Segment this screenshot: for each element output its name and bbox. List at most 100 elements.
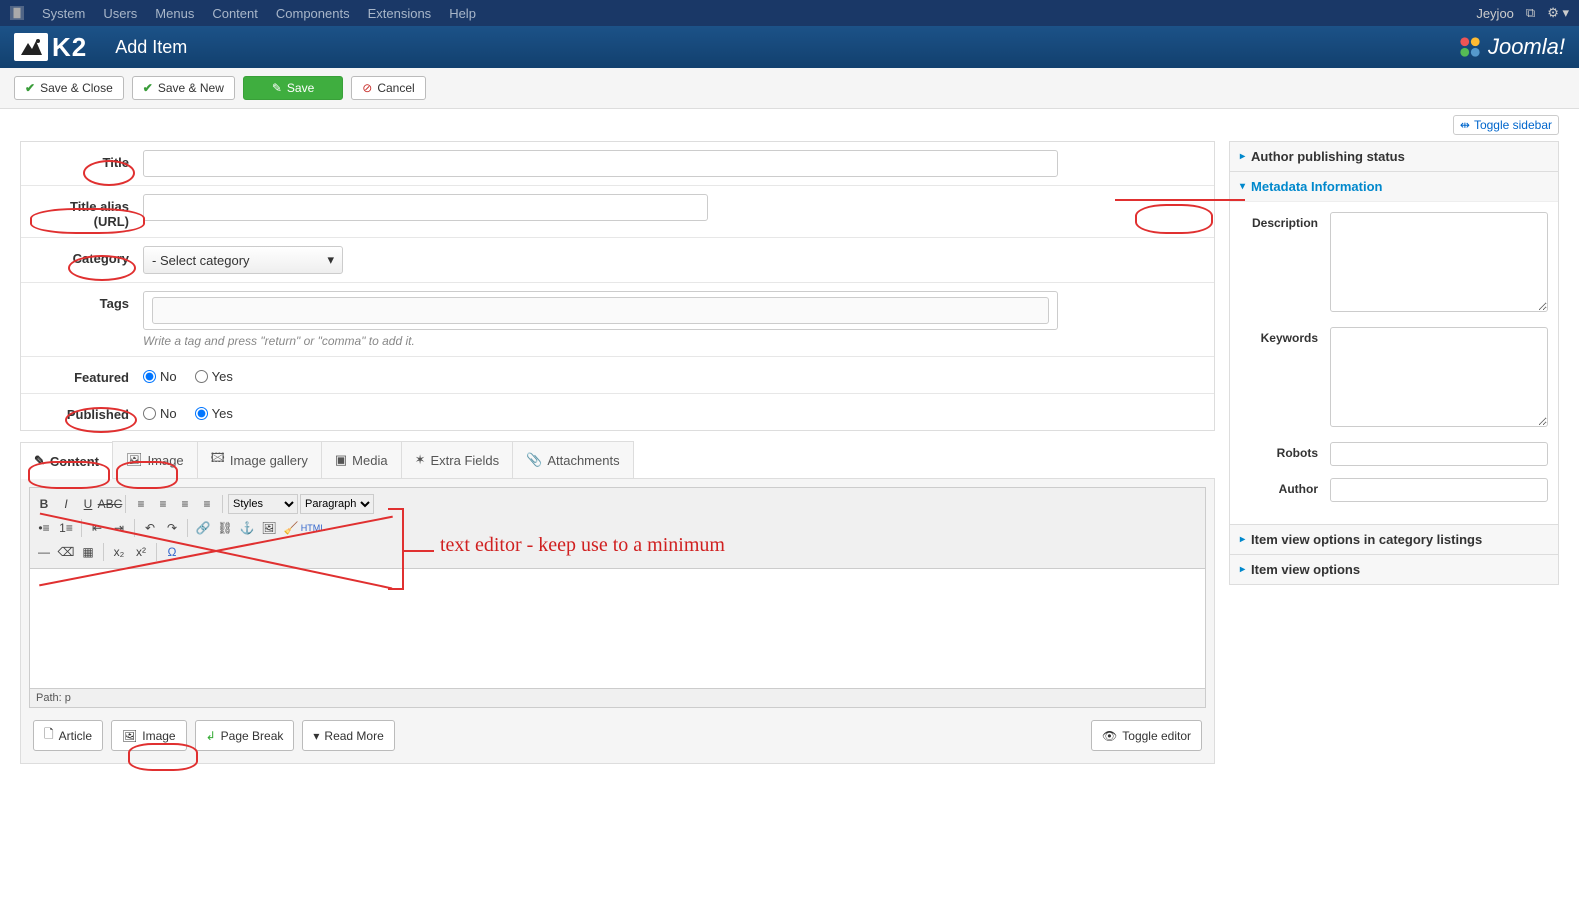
align-center-button[interactable]: ≡ (153, 494, 173, 514)
underline-button[interactable]: U (78, 494, 98, 514)
subscript-button[interactable]: x₂ (109, 542, 129, 562)
caret-down-icon: ▾ (1240, 181, 1245, 192)
featured-yes-radio[interactable]: Yes (195, 369, 233, 384)
nav-users[interactable]: Users (103, 6, 137, 21)
toolbar: ✔Save & Close ✔Save & New ✎Save ⊘Cancel (0, 68, 1579, 109)
category-label: Category (33, 246, 143, 266)
align-right-button[interactable]: ≡ (175, 494, 195, 514)
strikethrough-button[interactable]: ABC (100, 494, 120, 514)
top-navbar: System Users Menus Content Components Ex… (0, 0, 1579, 26)
gallery-icon: 🖾 (211, 449, 225, 471)
bold-button[interactable]: B (34, 494, 54, 514)
save-button[interactable]: ✎Save (243, 76, 343, 100)
nav-menus[interactable]: Menus (155, 6, 194, 21)
meta-keywords-input[interactable] (1330, 327, 1548, 427)
paragraph-select[interactable]: Paragraph (300, 494, 374, 514)
nav-components[interactable]: Components (276, 6, 350, 21)
editor-body[interactable] (29, 569, 1206, 689)
link-button[interactable]: 🔗 (193, 518, 213, 538)
indent-button[interactable]: ⇥ (109, 518, 129, 538)
outdent-button[interactable]: ⇤ (87, 518, 107, 538)
user-label[interactable]: Jeyjoo (1476, 6, 1514, 21)
align-justify-button[interactable]: ≡ (197, 494, 217, 514)
tab-attachments[interactable]: 📎Attachments (512, 441, 633, 478)
published-yes-radio[interactable]: Yes (195, 406, 233, 421)
html-button[interactable]: HTML (303, 518, 323, 538)
insert-image-button[interactable]: 🖼 (259, 518, 279, 538)
readmore-button[interactable]: ▾Read More (302, 720, 394, 751)
tab-extra-fields[interactable]: ✶Extra Fields (401, 441, 514, 478)
category-select[interactable]: - Select category▾ (143, 246, 343, 274)
title-input[interactable] (143, 150, 1058, 177)
accordion-author-publishing[interactable]: ▸Author publishing status (1230, 142, 1558, 171)
k2-logo: K2 (14, 32, 87, 63)
special-char-button[interactable]: Ω (162, 542, 182, 562)
toggle-sidebar-button[interactable]: ⇹Toggle sidebar (1453, 115, 1559, 135)
check-icon: ✔ (143, 81, 153, 95)
meta-description-input[interactable] (1330, 212, 1548, 312)
alias-label: Title alias (URL) (33, 194, 143, 229)
published-no-radio[interactable]: No (143, 406, 177, 421)
nav-system[interactable]: System (42, 6, 85, 21)
title-label: Title (33, 150, 143, 170)
nav-help[interactable]: Help (449, 6, 476, 21)
cancel-icon: ⊘ (362, 81, 372, 95)
meta-robots-input[interactable] (1330, 442, 1548, 466)
accordion-item-view[interactable]: ▸Item view options (1230, 555, 1558, 584)
tab-media[interactable]: ▣Media (321, 441, 402, 478)
edit-icon: ✎ (34, 453, 45, 469)
article-button[interactable]: 🗋Article (33, 720, 103, 751)
tab-content[interactable]: ✎Content (20, 442, 113, 479)
styles-select[interactable]: Styles (228, 494, 298, 514)
joomla-icon-small (10, 6, 24, 20)
tags-box[interactable] (143, 291, 1058, 330)
toggle-editor-button[interactable]: 👁Toggle editor (1091, 720, 1202, 751)
joomla-brand: Joomla! (1456, 33, 1565, 61)
tags-label: Tags (33, 291, 143, 311)
image-icon: 🖼 (126, 452, 143, 468)
chevron-down-icon: ▾ (313, 729, 319, 743)
meta-author-label: Author (1240, 478, 1330, 502)
anchor-button[interactable]: ⚓ (237, 518, 257, 538)
tags-input[interactable] (152, 297, 1049, 324)
unlink-button[interactable]: ⛓ (215, 518, 235, 538)
number-list-button[interactable]: 1≡ (56, 518, 76, 538)
gear-icon[interactable]: ⚙ ▾ (1547, 5, 1569, 21)
remove-format-button[interactable]: ⌫ (56, 542, 76, 562)
redo-button[interactable]: ↷ (162, 518, 182, 538)
cleanup-button[interactable]: 🧹 (281, 518, 301, 538)
save-new-button[interactable]: ✔Save & New (132, 76, 235, 100)
cancel-button[interactable]: ⊘Cancel (351, 76, 425, 100)
check-icon: ✔ (25, 81, 35, 95)
alias-input[interactable] (143, 194, 708, 221)
k2-logo-text: K2 (52, 32, 87, 63)
save-close-button[interactable]: ✔Save & Close (14, 76, 124, 100)
paperclip-icon: 📎 (526, 452, 542, 468)
featured-label: Featured (33, 365, 143, 385)
accordion-metadata[interactable]: ▾Metadata Information (1230, 172, 1558, 201)
nav-extensions[interactable]: Extensions (368, 6, 432, 21)
bullet-list-button[interactable]: •≡ (34, 518, 54, 538)
undo-button[interactable]: ↶ (140, 518, 160, 538)
image-button[interactable]: 🖼Image (111, 720, 187, 751)
accordion-item-view-cat[interactable]: ▸Item view options in category listings (1230, 525, 1558, 554)
joomla-brand-text: Joomla! (1488, 34, 1565, 60)
item-form: Title Title alias (URL) Category - Selec… (20, 141, 1215, 431)
featured-no-radio[interactable]: No (143, 369, 177, 384)
table-button[interactable]: ▦ (78, 542, 98, 562)
external-link-icon[interactable]: ⧉ (1526, 5, 1535, 21)
chevron-down-icon: ▾ (327, 252, 334, 268)
italic-button[interactable]: I (56, 494, 76, 514)
caret-right-icon: ▸ (1240, 564, 1245, 575)
align-left-button[interactable]: ≡ (131, 494, 151, 514)
tags-hint: Write a tag and press "return" or "comma… (143, 334, 1202, 348)
eye-icon: 👁 (1102, 729, 1117, 743)
nav-content[interactable]: Content (212, 6, 258, 21)
tab-image[interactable]: 🖼Image (112, 441, 198, 478)
pagebreak-button[interactable]: ↲Page Break (195, 720, 295, 751)
hr-button[interactable]: — (34, 542, 54, 562)
meta-author-input[interactable] (1330, 478, 1548, 502)
tab-image-gallery[interactable]: 🖾Image gallery (197, 441, 322, 478)
image-icon: 🖼 (122, 729, 137, 743)
superscript-button[interactable]: x² (131, 542, 151, 562)
